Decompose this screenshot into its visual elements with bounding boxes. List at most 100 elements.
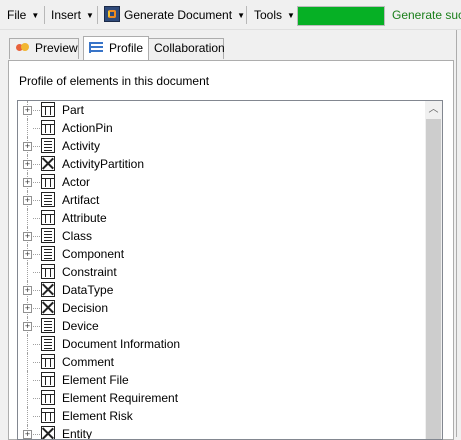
insert-menu[interactable]: Insert ▼ [51, 4, 94, 26]
tree-item-label: Artifact [62, 193, 100, 207]
generate-document-icon [104, 6, 120, 22]
table-icon [41, 354, 55, 369]
tree-connector-line [33, 110, 40, 111]
file-menu[interactable]: File ▼ [7, 4, 39, 26]
insert-menu-label: Insert [51, 8, 82, 22]
tree-connector-line [33, 146, 40, 147]
tree-item-label: Constraint [62, 265, 117, 279]
expand-icon[interactable]: + [23, 304, 32, 313]
tree-item-label: Activity [62, 139, 101, 153]
expand-icon[interactable]: + [23, 142, 32, 151]
tree-item[interactable]: Constraint [18, 263, 418, 281]
window-right-edge [456, 30, 461, 437]
preview-icon [15, 41, 31, 55]
expand-icon[interactable]: + [23, 322, 32, 331]
tree-item-label: Entity [62, 427, 93, 440]
tab-preview[interactable]: Preview [9, 38, 79, 59]
chevron-down-icon: ▼ [237, 11, 245, 20]
table-icon [41, 120, 55, 135]
tree-item[interactable]: + Part [18, 101, 418, 119]
table-icon [41, 102, 55, 117]
tab-profile[interactable]: Profile [83, 36, 149, 60]
tree-connector-line [33, 218, 40, 219]
tree-connector-line [33, 326, 40, 327]
tree-item[interactable]: Attribute [18, 209, 418, 227]
chevron-down-icon: ▼ [31, 11, 40, 20]
list-icon [41, 318, 55, 333]
progress-bar [297, 6, 385, 26]
table-icon [41, 390, 55, 405]
tree-item[interactable]: Element Risk [18, 407, 418, 425]
tree-item[interactable]: Element File [18, 371, 418, 389]
tree-item[interactable]: ActionPin [18, 119, 418, 137]
tree-item[interactable]: + Artifact [18, 191, 418, 209]
cross-icon [41, 300, 55, 315]
generate-document-menu[interactable]: Generate Document ▼ [104, 4, 245, 26]
tree-item[interactable]: Element Requirement [18, 389, 418, 407]
expand-icon[interactable]: + [23, 430, 32, 439]
tree-connector-line [33, 164, 40, 165]
tree-item[interactable]: + Decision [18, 299, 418, 317]
expand-icon[interactable]: + [23, 286, 32, 295]
tree-connector-line [33, 434, 40, 435]
progress-bar-fill [298, 7, 384, 25]
tree-connector-line [33, 362, 40, 363]
tree-item[interactable]: + Activity [18, 137, 418, 155]
cross-icon [41, 282, 55, 297]
tree-connector-line [33, 272, 40, 273]
scroll-up-button[interactable]: ︿ [425, 101, 442, 118]
expand-icon[interactable]: + [23, 196, 32, 205]
tree-item-label: ActivityPartition [62, 157, 145, 171]
tools-menu-label: Tools [254, 8, 283, 22]
tree-item[interactable]: Document Information [18, 335, 418, 353]
tree-connector-line [33, 236, 40, 237]
expand-icon[interactable]: + [23, 178, 32, 187]
expand-icon[interactable]: + [23, 232, 32, 241]
tree-item[interactable]: Comment [18, 353, 418, 371]
tree-connector-line [33, 128, 40, 129]
expand-icon[interactable]: + [23, 160, 32, 169]
tree-item[interactable]: + Component [18, 245, 418, 263]
tree-item-label: Part [62, 103, 85, 117]
tree-item-label: Element Risk [62, 409, 133, 423]
tree-connector-line [27, 209, 28, 227]
tree-item[interactable]: + DataType [18, 281, 418, 299]
tree-connector-line [33, 344, 40, 345]
tree-item[interactable]: + Device [18, 317, 418, 335]
tree-item-label: Attribute [62, 211, 107, 225]
tree-connector-line [33, 182, 40, 183]
tree-item-label: Component [62, 247, 125, 261]
tree-connector-line [27, 335, 28, 353]
tree-item-label: Document Information [62, 337, 181, 351]
panel-title: Profile of elements in this document [19, 74, 210, 88]
tree-item-label: Comment [62, 355, 115, 369]
status-text: Generate suc [392, 8, 461, 22]
tree-item[interactable]: + Entity [18, 425, 418, 440]
profile-panel: Profile of elements in this document + Pa… [8, 60, 454, 440]
element-tree[interactable]: + Part ActionPin + Activity + ActivityPartitio… [17, 100, 443, 440]
scroll-thumb[interactable] [426, 119, 441, 439]
vertical-scrollbar[interactable]: ︿ [425, 101, 442, 439]
file-menu-label: File [7, 8, 27, 22]
list-icon [41, 138, 55, 153]
tab-preview-label: Preview [35, 41, 78, 55]
expand-icon[interactable]: + [23, 106, 32, 115]
tree-connector-line [27, 119, 28, 137]
tree-connector-line [27, 407, 28, 425]
tree-item-label: Actor [62, 175, 91, 189]
tree-item[interactable]: + Class [18, 227, 418, 245]
tree-item[interactable]: + Actor [18, 173, 418, 191]
expand-icon[interactable]: + [23, 250, 32, 259]
tab-collaboration[interactable]: Collaboration [148, 38, 225, 59]
tree-item-label: Decision [62, 301, 109, 315]
tree-connector-line [27, 353, 28, 371]
cross-icon [41, 426, 55, 439]
tree-connector-line [33, 254, 40, 255]
tree-connector-line [33, 380, 40, 381]
tree-connector-line [27, 389, 28, 407]
profile-icon [89, 41, 105, 55]
tree-item[interactable]: + ActivityPartition [18, 155, 418, 173]
tools-menu[interactable]: Tools ▼ [254, 4, 295, 26]
table-icon [41, 210, 55, 225]
table-icon [41, 408, 55, 423]
